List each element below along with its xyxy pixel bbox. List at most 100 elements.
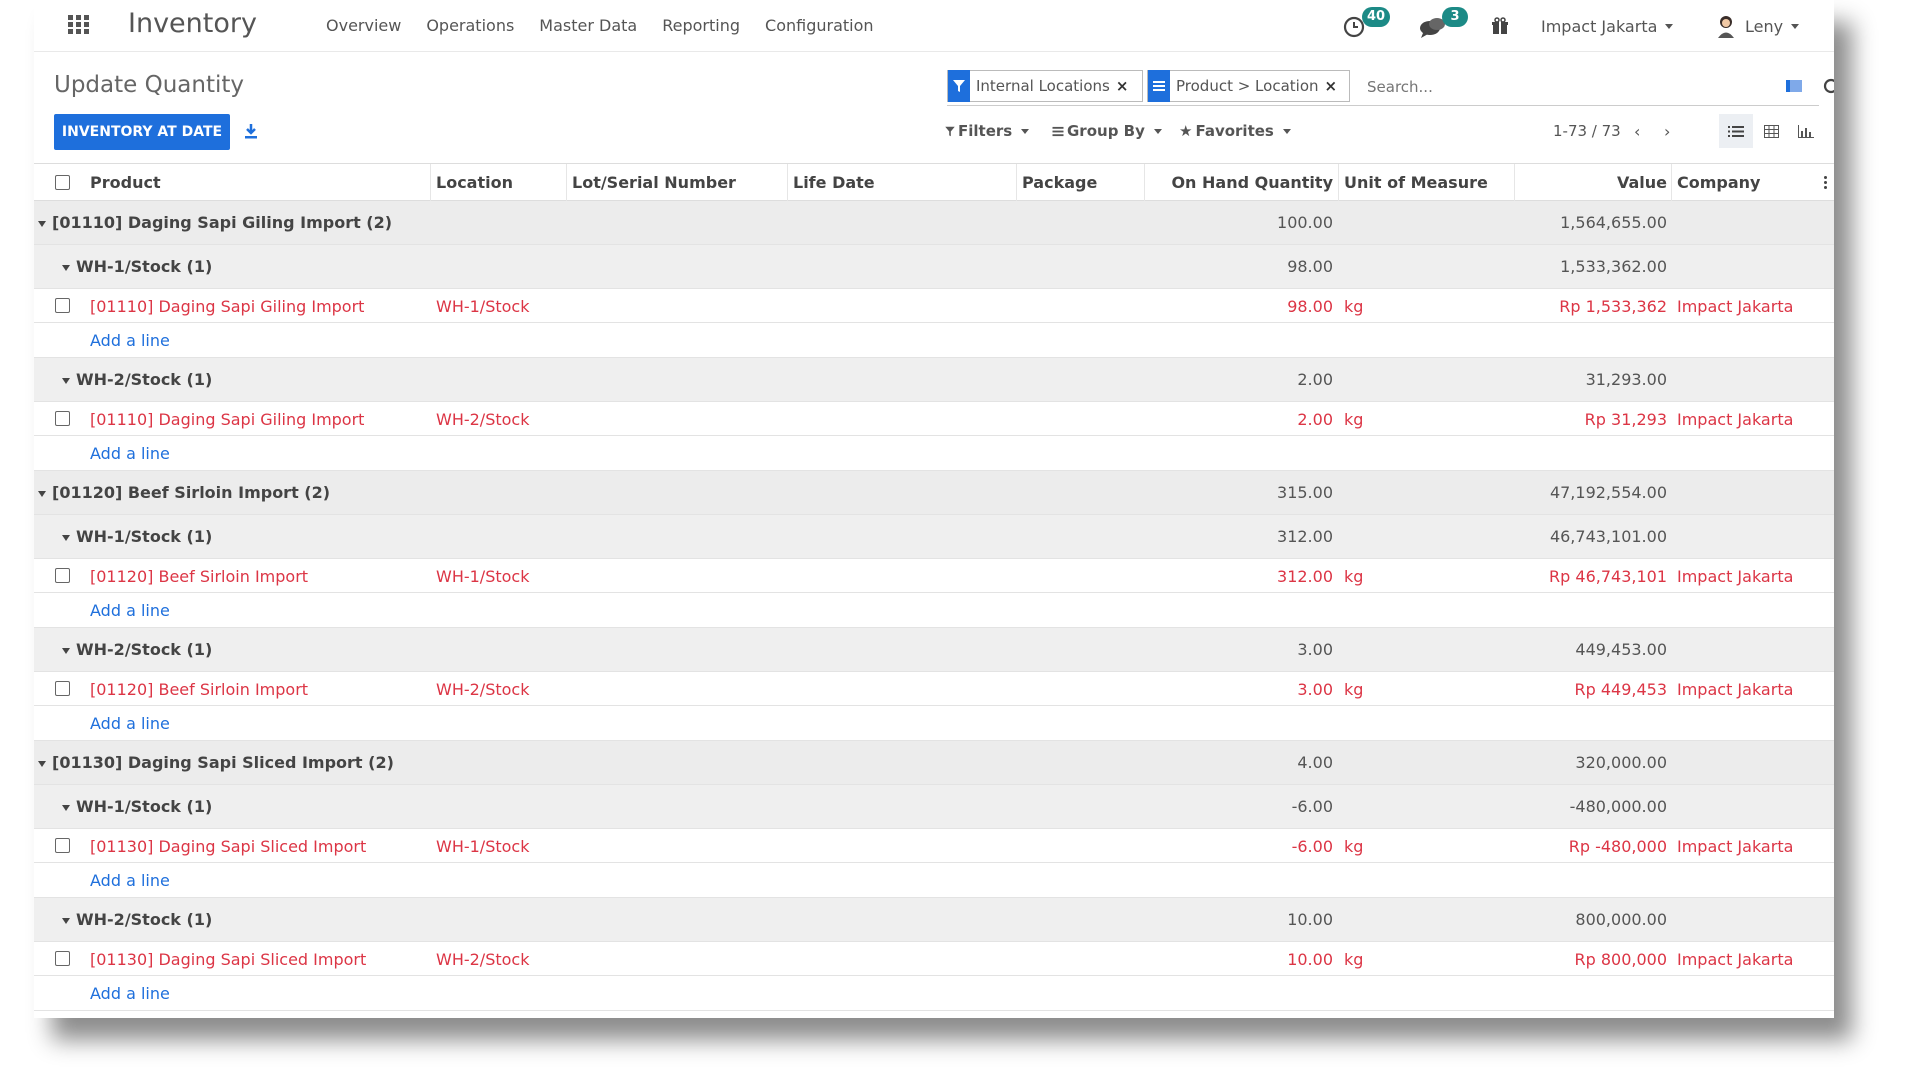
qty-cell: -6.00 [1291, 837, 1333, 856]
add-line-link[interactable]: Add a line [90, 714, 170, 733]
search-panel-toggle-icon[interactable] [1786, 79, 1802, 93]
table-row[interactable]: [01120] Beef Sirloin Import WH-2/Stock 3… [34, 672, 1834, 706]
row-checkbox[interactable] [55, 838, 70, 853]
column-life-date[interactable]: Life Date [793, 164, 875, 202]
pivot-view-button[interactable] [1754, 114, 1788, 148]
app-title[interactable]: Inventory [128, 8, 257, 39]
favorites-dropdown[interactable]: ★ Favorites [1179, 122, 1291, 140]
column-on-hand-quantity[interactable]: On Hand Quantity [1150, 164, 1333, 202]
group-row-location[interactable]: WH-2/Stock (1) 10.00 800,000.00 [34, 898, 1834, 942]
add-line-row: Add a line [34, 976, 1834, 1011]
activity-button[interactable]: 40 [1342, 7, 1391, 43]
company-cell: Impact Jakarta [1677, 297, 1794, 316]
group-label: WH-1/Stock (1) [76, 797, 213, 816]
column-product[interactable]: Product [90, 164, 161, 202]
add-line-row: Add a line [34, 863, 1834, 898]
location-cell: WH-1/Stock [436, 297, 530, 316]
table-grid-icon [1763, 124, 1779, 138]
group-value: 46,743,101.00 [1549, 527, 1667, 546]
pager-next-icon[interactable]: › [1664, 122, 1670, 141]
graph-view-button[interactable] [1789, 114, 1823, 148]
uom-cell: kg [1344, 567, 1364, 586]
group-row-location[interactable]: WH-1/Stock (1) 98.00 1,533,362.00 [34, 245, 1834, 289]
list-icon [1052, 126, 1064, 136]
group-row-location[interactable]: WH-1/Stock (1) 312.00 46,743,101.00 [34, 515, 1834, 559]
group-qty: 312.00 [1277, 527, 1333, 546]
group-label: [01110] Daging Sapi Giling Import (2) [52, 213, 393, 232]
gift-icon [1492, 17, 1508, 34]
group-value: 1,564,655.00 [1560, 213, 1667, 232]
row-checkbox[interactable] [55, 568, 70, 583]
company-cell: Impact Jakarta [1677, 837, 1794, 856]
group-label: WH-2/Stock (1) [76, 640, 213, 659]
table-row[interactable]: [01120] Beef Sirloin Import WH-1/Stock 3… [34, 559, 1834, 593]
add-line-link[interactable]: Add a line [90, 331, 170, 350]
inventory-at-date-button[interactable]: INVENTORY AT DATE [54, 114, 230, 150]
column-lot-serial[interactable]: Lot/Serial Number [572, 164, 736, 202]
add-line-row: Add a line [34, 436, 1834, 471]
row-checkbox[interactable] [55, 298, 70, 313]
menu-master-data[interactable]: Master Data [539, 16, 637, 35]
qty-cell: 312.00 [1277, 567, 1333, 586]
optional-columns-icon[interactable] [1824, 176, 1828, 191]
group-value: 320,000.00 [1575, 753, 1667, 772]
group-row-product[interactable]: [01110] Daging Sapi Giling Import (2) 10… [34, 201, 1834, 245]
table-row[interactable]: [01110] Daging Sapi Giling Import WH-2/S… [34, 402, 1834, 436]
table-row[interactable]: [01130] Daging Sapi Sliced Import WH-2/S… [34, 942, 1834, 976]
row-checkbox[interactable] [55, 411, 70, 426]
table-row[interactable]: [01110] Daging Sapi Giling Import WH-1/S… [34, 289, 1834, 323]
group-row-location[interactable]: WH-2/Stock (1) 2.00 31,293.00 [34, 358, 1834, 402]
download-icon[interactable] [242, 122, 260, 140]
value-cell: Rp -480,000 [1568, 837, 1667, 856]
user-menu[interactable]: Leny [1715, 9, 1800, 43]
qty-cell: 98.00 [1287, 297, 1333, 316]
column-unit-of-measure[interactable]: Unit of Measure [1344, 164, 1488, 202]
menu-operations[interactable]: Operations [426, 16, 514, 35]
column-package[interactable]: Package [1022, 164, 1097, 202]
add-line-link[interactable]: Add a line [90, 871, 170, 890]
company-cell: Impact Jakarta [1677, 567, 1794, 586]
add-line-link[interactable]: Add a line [90, 444, 170, 463]
messages-button[interactable]: 3 [1418, 7, 1468, 43]
group-row-product[interactable]: [01130] Daging Sapi Sliced Import (2) 4.… [34, 741, 1834, 785]
search-bar: Internal Locations × Product > Location … [947, 70, 1834, 106]
add-line-link[interactable]: Add a line [90, 601, 170, 620]
select-all-checkbox[interactable] [55, 175, 70, 190]
group-row-product[interactable]: [01120] Beef Sirloin Import (2) 315.00 4… [34, 471, 1834, 515]
group-value: 47,192,554.00 [1549, 483, 1667, 502]
table-row[interactable]: [01130] Daging Sapi Sliced Import WH-1/S… [34, 829, 1834, 863]
location-cell: WH-1/Stock [436, 837, 530, 856]
column-value[interactable]: Value [1520, 164, 1667, 202]
pager-previous-icon[interactable]: ‹ [1634, 122, 1640, 141]
add-line-row: Add a line [34, 593, 1834, 628]
facet-internal-locations: Internal Locations × [947, 70, 1143, 102]
row-checkbox[interactable] [55, 681, 70, 696]
add-line-link[interactable]: Add a line [90, 984, 170, 1003]
menu-overview[interactable]: Overview [326, 16, 401, 35]
top-navbar: Inventory Overview Operations Master Dat… [34, 0, 1834, 52]
company-switcher[interactable]: Impact Jakarta [1541, 9, 1674, 43]
group-label: WH-2/Stock (1) [76, 370, 213, 389]
message-count-badge: 3 [1442, 7, 1468, 27]
group-row-location[interactable]: WH-1/Stock (1) -6.00 -480,000.00 [34, 785, 1834, 829]
group-row-location[interactable]: WH-2/Stock (1) 3.00 449,453.00 [34, 628, 1834, 672]
group-by-dropdown[interactable]: Group By [1052, 122, 1162, 140]
group-qty: -6.00 [1291, 797, 1333, 816]
close-icon[interactable]: × [1116, 77, 1135, 95]
column-location[interactable]: Location [436, 164, 513, 202]
row-checkbox[interactable] [55, 951, 70, 966]
menu-configuration[interactable]: Configuration [765, 16, 874, 35]
page-title: Update Quantity [54, 72, 244, 98]
group-label: WH-1/Stock (1) [76, 527, 213, 546]
search-icon[interactable] [1823, 78, 1834, 98]
menu-reporting[interactable]: Reporting [662, 16, 740, 35]
column-company[interactable]: Company [1677, 164, 1760, 202]
search-input[interactable] [1367, 78, 1667, 96]
apps-grid-icon[interactable] [68, 15, 92, 37]
filters-dropdown[interactable]: Filters [945, 122, 1030, 140]
list-view-button[interactable] [1719, 114, 1753, 148]
close-icon[interactable]: × [1325, 77, 1344, 95]
pager-value[interactable]: 1-73 / 73 [1553, 122, 1621, 140]
group-value: -480,000.00 [1569, 797, 1667, 816]
gift-button[interactable] [1491, 9, 1509, 43]
